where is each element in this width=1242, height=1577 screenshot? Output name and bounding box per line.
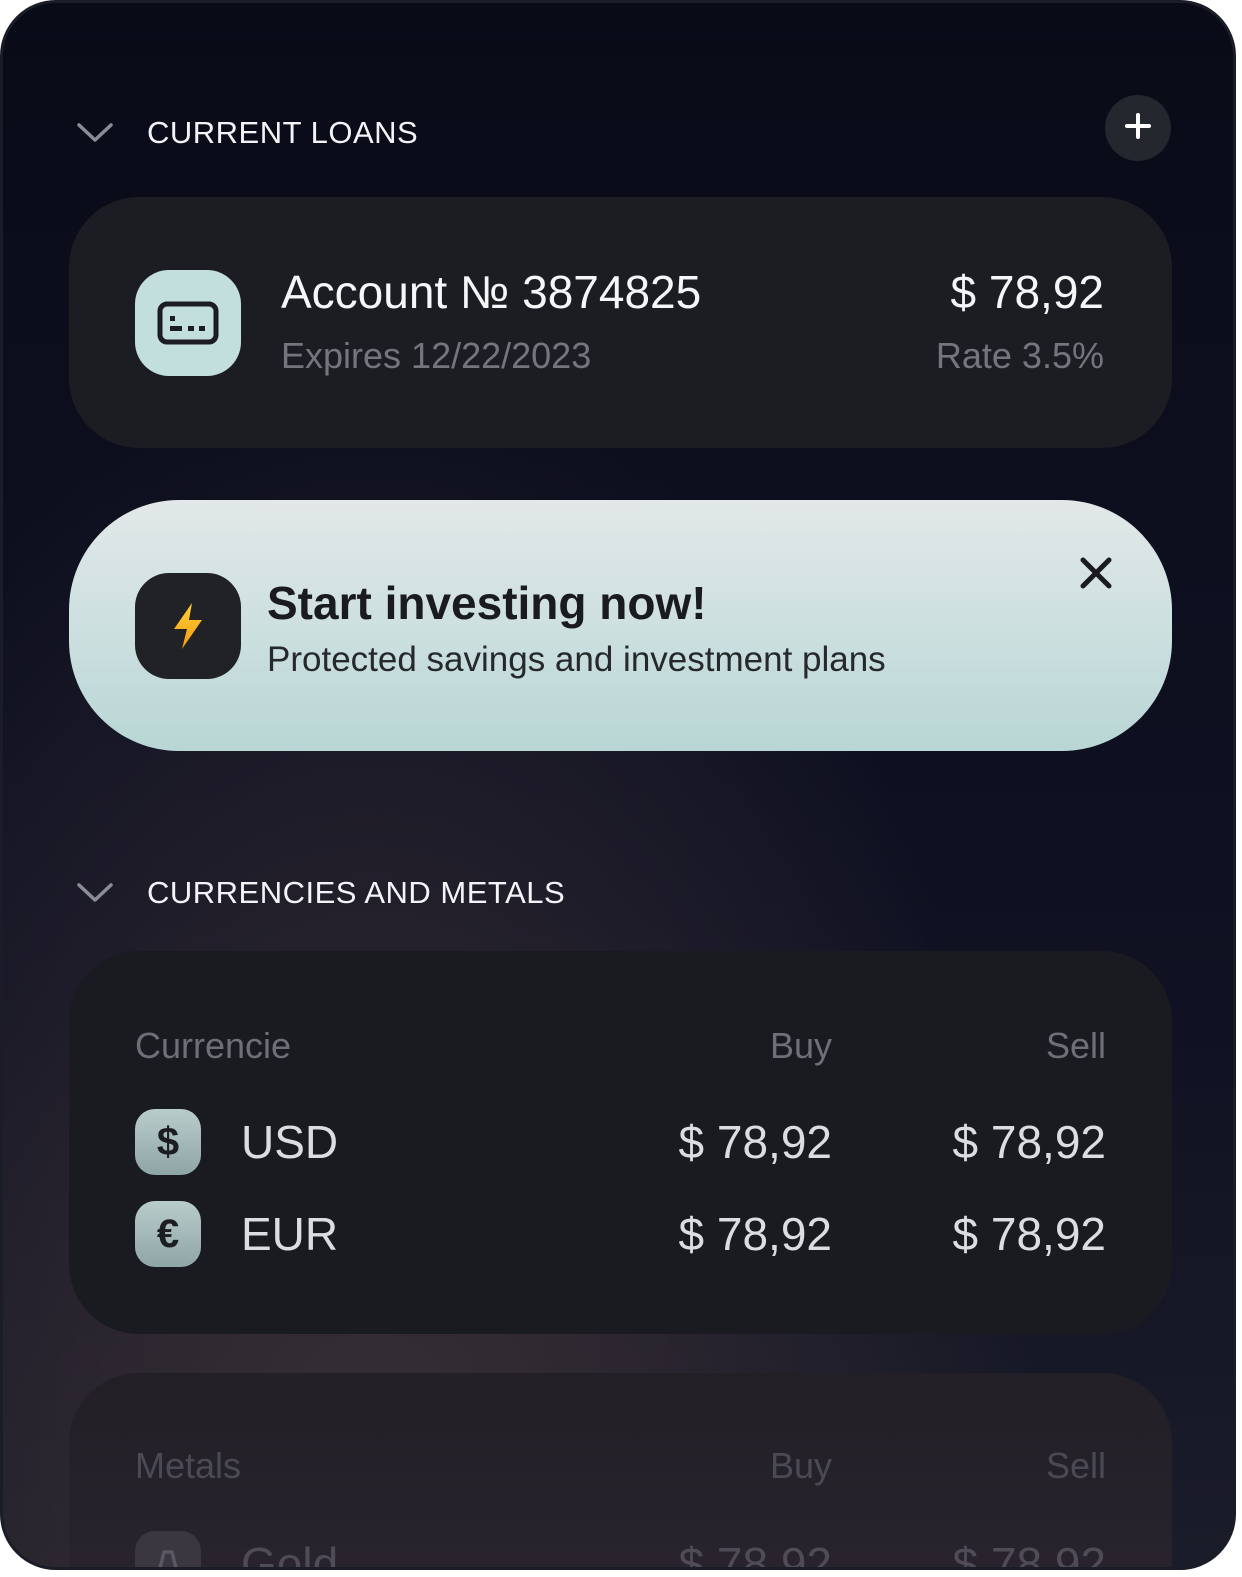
column-header-buy: Buy	[769, 1025, 832, 1066]
currencies-section-header[interactable]: CURRENCIES AND METALS	[75, 873, 565, 913]
column-header-name: Currencie	[135, 1025, 292, 1066]
column-header-sell: Sell	[1045, 1445, 1106, 1486]
currency-code: USD	[241, 1116, 339, 1168]
sell-price: $ 78,92	[952, 1538, 1106, 1570]
card-icon	[135, 270, 241, 376]
loans-section-header[interactable]: CURRENT LOANS	[75, 113, 418, 153]
promo-title: Start investing now!	[267, 577, 707, 629]
investing-promo-banner[interactable]: Start investing now! Protected savings a…	[69, 500, 1172, 751]
buy-price: $ 78,92	[678, 1538, 832, 1570]
buy-price: $ 78,92	[678, 1116, 832, 1168]
column-header-name: Metals	[135, 1445, 242, 1486]
sell-price: $ 78,92	[952, 1116, 1106, 1168]
metal-name: Gold	[241, 1538, 339, 1570]
dollar-icon: $	[135, 1109, 201, 1175]
plus-icon	[1124, 112, 1152, 145]
currency-code: EUR	[241, 1208, 339, 1260]
table-row[interactable]: Gold $ 78,92 $ 78,92	[135, 1531, 1106, 1570]
table-row[interactable]: $ USD $ 78,92 $ 78,92	[135, 1109, 1106, 1175]
section-title: CURRENCIES AND METALS	[147, 875, 566, 910]
add-loan-button[interactable]	[1105, 95, 1171, 161]
account-expiry: Expires 12/22/2023	[281, 335, 592, 376]
chevron-down-icon[interactable]	[75, 873, 115, 913]
column-header-sell: Sell	[1045, 1025, 1106, 1066]
promo-subtitle: Protected savings and investment plans	[267, 640, 886, 679]
buy-price: $ 78,92	[678, 1208, 832, 1260]
close-icon[interactable]	[1075, 552, 1117, 594]
metals-table: Metals Buy Sell Gold $ 78,92 $ 78,92	[69, 1373, 1172, 1570]
loan-account-card[interactable]: Account № 3874825 Expires 12/22/2023 $ 7…	[69, 197, 1172, 448]
column-header-buy: Buy	[769, 1445, 832, 1486]
euro-icon: €	[135, 1201, 201, 1267]
currencies-table: Currencie Buy Sell $ USD $ 78,92 $ 78,92…	[69, 951, 1172, 1334]
lightning-icon	[135, 573, 241, 679]
table-row[interactable]: € EUR $ 78,92 $ 78,92	[135, 1201, 1106, 1267]
gold-bar-icon	[135, 1531, 201, 1567]
account-rate: Rate 3.5%	[935, 335, 1104, 376]
app-frame: CURRENT LOANS Account № 3874825 Expires …	[0, 0, 1236, 1570]
chevron-down-icon[interactable]	[75, 113, 115, 153]
sell-price: $ 78,92	[952, 1208, 1106, 1260]
section-title: CURRENT LOANS	[147, 115, 419, 150]
account-title: Account № 3874825	[281, 266, 702, 318]
account-amount: $ 78,92	[950, 266, 1104, 318]
